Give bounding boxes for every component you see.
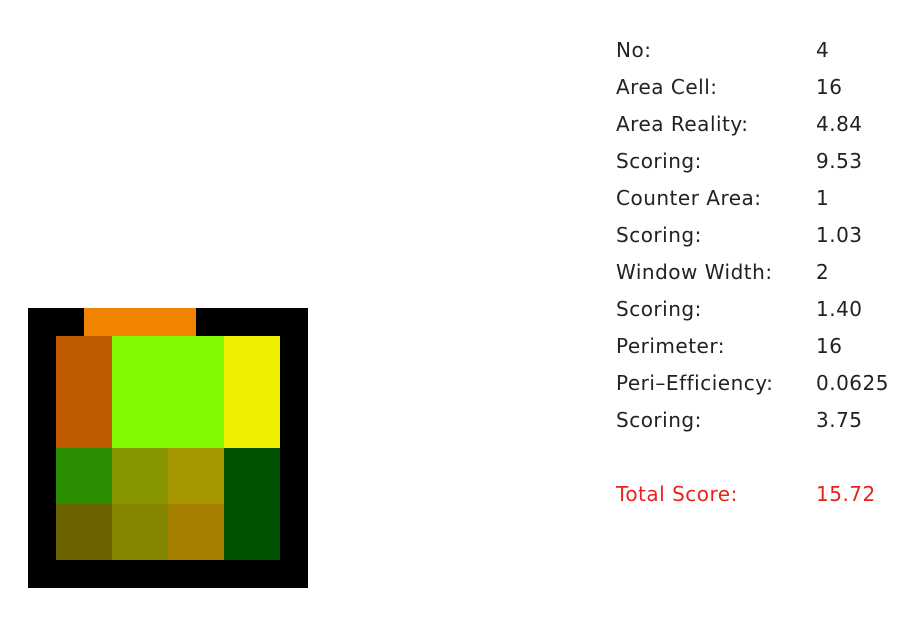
stat-row-counter-area: Counter Area: 1 [616, 180, 912, 217]
stat-row-scoring-4: Scoring: 3.75 [616, 402, 912, 439]
stat-label: Scoring: [616, 149, 702, 173]
stat-row-scoring-2: Scoring: 1.03 [616, 217, 912, 254]
stats-panel: No: 4 Area Cell: 16 Area Reality: 4.84 S… [616, 32, 912, 513]
cell-grid [28, 308, 308, 588]
grid-cell [112, 336, 224, 448]
stat-value: 3.75 [816, 408, 863, 432]
stat-value: 4 [816, 38, 830, 62]
grid-cell [56, 504, 112, 560]
grid-cell [56, 336, 112, 448]
total-score-label: Total Score: [616, 482, 738, 506]
stat-value: 0.0625 [816, 371, 889, 395]
stat-value: 16 [816, 334, 843, 358]
stat-label: Scoring: [616, 223, 702, 247]
grid-cell [224, 448, 280, 560]
grid-cell [56, 448, 112, 504]
grid-cell [224, 336, 280, 448]
stat-value: 1.03 [816, 223, 863, 247]
stat-row-peri-efficiency: Peri–Efficiency: 0.0625 [616, 365, 912, 402]
stat-row-perimeter: Perimeter: 16 [616, 328, 912, 365]
stat-row-area-reality: Area Reality: 4.84 [616, 106, 912, 143]
stat-label: Window Width: [616, 260, 773, 284]
stat-value: 4.84 [816, 112, 863, 136]
stat-row-scoring-3: Scoring: 1.40 [616, 291, 912, 328]
total-score-value: 15.72 [816, 482, 876, 506]
stat-spacer [616, 439, 912, 476]
grid-cell [84, 308, 196, 336]
stat-label: Peri–Efficiency: [616, 371, 774, 395]
grid-cell [112, 448, 168, 504]
stat-row-window-width: Window Width: 2 [616, 254, 912, 291]
stat-label: Counter Area: [616, 186, 762, 210]
stat-label: Area Cell: [616, 75, 718, 99]
grid-cell [168, 448, 224, 504]
stat-row-no: No: 4 [616, 32, 912, 69]
stat-label: No: [616, 38, 652, 62]
stat-label: Perimeter: [616, 334, 725, 358]
stat-value: 16 [816, 75, 843, 99]
grid-cell [112, 504, 168, 560]
grid-cell [168, 504, 224, 560]
stat-label: Area Reality: [616, 112, 749, 136]
stat-value: 9.53 [816, 149, 863, 173]
stat-label: Scoring: [616, 297, 702, 321]
stat-value: 2 [816, 260, 830, 284]
stat-value: 1.40 [816, 297, 863, 321]
total-score-row: Total Score: 15.72 [616, 476, 912, 513]
stat-row-scoring-1: Scoring: 9.53 [616, 143, 912, 180]
stat-label: Scoring: [616, 408, 702, 432]
stat-value: 1 [816, 186, 830, 210]
stat-row-area-cell: Area Cell: 16 [616, 69, 912, 106]
